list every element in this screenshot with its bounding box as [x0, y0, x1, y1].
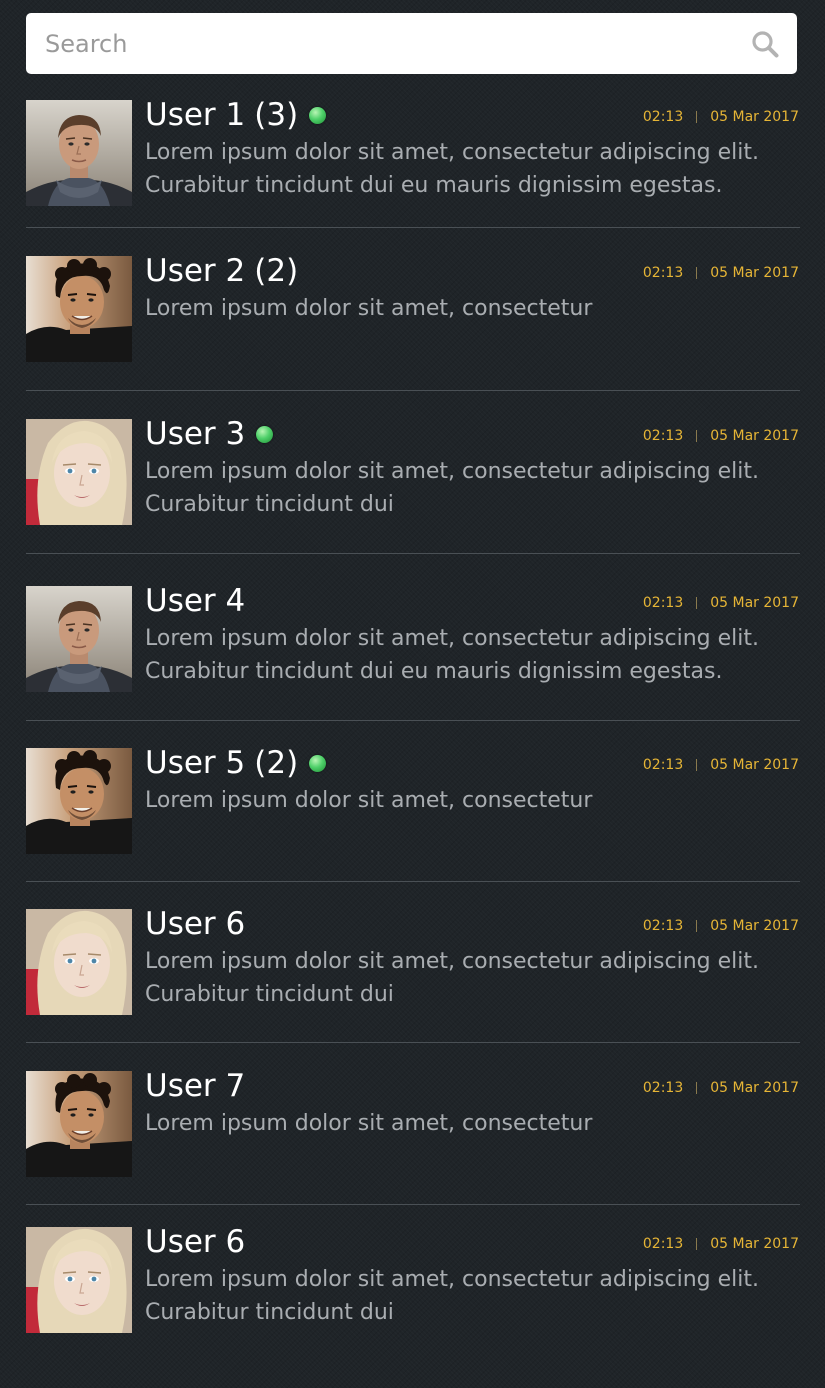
- message-preview: Lorem ipsum dolor sit amet, consectetur …: [145, 945, 795, 1011]
- search-bar: [26, 13, 797, 74]
- conversation-row[interactable]: User 2 (2) 02:13 05 Mar 2017 Lorem ipsum dol…: [26, 228, 800, 391]
- online-status-icon: [309, 754, 327, 772]
- user-name: User 3: [145, 416, 246, 452]
- message-preview: Lorem ipsum dolor sit amet, consectetur …: [145, 622, 795, 688]
- message-preview: Lorem ipsum dolor sit amet, consectetur …: [145, 1263, 795, 1329]
- preview-line: Curabitur tincidunt dui: [145, 492, 394, 517]
- woman-blonde-avatar[interactable]: [26, 909, 132, 1015]
- message-time: 02:13: [642, 109, 684, 125]
- message-date: 05 Mar 2017: [710, 918, 799, 934]
- message-date: 05 Mar 2017: [710, 109, 799, 125]
- woman-blonde-avatar[interactable]: [26, 419, 132, 525]
- user-name: User 7: [145, 1068, 246, 1104]
- conversation-row[interactable]: User 6 02:13 05 Mar 2017 Lorem ipsum dolor …: [26, 882, 800, 1043]
- search-input[interactable]: [26, 13, 726, 74]
- preview-line: Lorem ipsum dolor sit amet, consectetur …: [145, 140, 759, 165]
- meta-separator: [696, 111, 698, 123]
- name-line: User 3: [145, 416, 274, 452]
- message-meta: 02:13 05 Mar 2017: [643, 263, 799, 283]
- conversation-row[interactable]: User 4 02:13 05 Mar 2017 Lorem ipsum dolor …: [26, 554, 800, 721]
- message-date: 05 Mar 2017: [710, 757, 799, 773]
- preview-line: Lorem ipsum dolor sit amet, consectetur …: [145, 949, 759, 974]
- conversation-row[interactable]: User 7 02:13 05 Mar 2017 Lorem ipsum dolor …: [26, 1043, 800, 1205]
- conversation-row[interactable]: User 1 (3) 02:13 05 Mar 2017 Lorem ipsum dol…: [26, 88, 800, 228]
- user-name: User 6: [145, 1224, 246, 1260]
- message-date: 05 Mar 2017: [710, 1236, 799, 1252]
- name-line: User 7: [145, 1068, 245, 1104]
- man-curly-avatar[interactable]: [26, 748, 132, 854]
- name-line: User 2 (2): [145, 253, 298, 289]
- name-line: User 6: [145, 906, 245, 942]
- message-meta: 02:13 05 Mar 2017: [643, 1234, 799, 1254]
- preview-line: Lorem ipsum dolor sit amet, consectetur …: [145, 1267, 759, 1292]
- message-date: 05 Mar 2017: [710, 595, 799, 611]
- message-meta: 02:13 05 Mar 2017: [643, 916, 799, 936]
- message-meta: 02:13 05 Mar 2017: [643, 755, 799, 775]
- message-date: 05 Mar 2017: [710, 428, 799, 444]
- message-preview: Lorem ipsum dolor sit amet, consectetur: [145, 1107, 795, 1140]
- man-curly-avatar[interactable]: [26, 256, 132, 362]
- message-time: 02:13: [642, 757, 684, 773]
- preview-line: Curabitur tincidunt dui: [145, 1300, 394, 1325]
- conversation-row[interactable]: User 3 02:13 05 Mar 2017 Lorem ipsum dolor …: [26, 391, 800, 554]
- name-line: User 6: [145, 1224, 245, 1260]
- conversation-row[interactable]: User 6 02:13 05 Mar 2017 Lorem ipsum dolor …: [26, 1205, 800, 1355]
- meta-separator: [696, 267, 698, 279]
- message-preview: Lorem ipsum dolor sit amet, consectetur …: [145, 136, 795, 202]
- message-date: 05 Mar 2017: [710, 1080, 799, 1096]
- user-name: User 4: [145, 583, 246, 619]
- preview-line: Lorem ipsum dolor sit amet, consectetur: [145, 296, 593, 321]
- preview-line: Lorem ipsum dolor sit amet, consectetur …: [145, 459, 759, 484]
- man-scarf-avatar[interactable]: [26, 586, 132, 692]
- preview-line: Curabitur tincidunt dui: [145, 982, 394, 1007]
- meta-separator: [696, 920, 698, 932]
- message-meta: 02:13 05 Mar 2017: [643, 107, 799, 127]
- message-meta: 02:13 05 Mar 2017: [643, 426, 799, 446]
- message-preview: Lorem ipsum dolor sit amet, consectetur …: [145, 455, 795, 521]
- unread-count: (3): [254, 97, 299, 133]
- man-curly-avatar[interactable]: [26, 1071, 132, 1177]
- meta-separator: [696, 597, 698, 609]
- name-line: User 4: [145, 583, 245, 619]
- message-meta: 02:13 05 Mar 2017: [643, 1078, 799, 1098]
- unread-count: (2): [254, 253, 299, 289]
- message-preview: Lorem ipsum dolor sit amet, consectetur: [145, 292, 795, 325]
- meta-separator: [696, 759, 698, 771]
- meta-separator: [696, 1238, 698, 1250]
- user-name: User 5: [145, 745, 246, 781]
- man-scarf-avatar[interactable]: [26, 100, 132, 206]
- unread-count: (2): [254, 745, 299, 781]
- message-time: 02:13: [642, 1080, 684, 1096]
- message-time: 02:13: [642, 265, 684, 281]
- name-line: User 5 (2): [145, 745, 327, 781]
- message-time: 02:13: [642, 595, 684, 611]
- user-name: User 1: [145, 97, 246, 133]
- preview-line: Curabitur tincidunt dui eu mauris dignis…: [145, 659, 723, 684]
- preview-line: Lorem ipsum dolor sit amet, consectetur: [145, 788, 593, 813]
- woman-blonde-avatar[interactable]: [26, 1227, 132, 1333]
- message-time: 02:13: [642, 918, 684, 934]
- message-date: 05 Mar 2017: [710, 265, 799, 281]
- user-name: User 2: [145, 253, 246, 289]
- user-name: User 6: [145, 906, 246, 942]
- online-status-icon: [309, 106, 327, 124]
- message-meta: 02:13 05 Mar 2017: [643, 593, 799, 613]
- meta-separator: [696, 1082, 698, 1094]
- conversation-row[interactable]: User 5 (2) 02:13 05 Mar 2017 Lorem ipsum dol…: [26, 721, 800, 882]
- online-status-icon: [256, 425, 274, 443]
- message-preview: Lorem ipsum dolor sit amet, consectetur: [145, 784, 795, 817]
- message-time: 02:13: [642, 1236, 684, 1252]
- meta-separator: [696, 430, 698, 442]
- name-line: User 1 (3): [145, 97, 327, 133]
- preview-line: Lorem ipsum dolor sit amet, consectetur …: [145, 626, 759, 651]
- message-time: 02:13: [642, 428, 684, 444]
- preview-line: Lorem ipsum dolor sit amet, consectetur: [145, 1111, 593, 1136]
- preview-line: Curabitur tincidunt dui eu mauris dignis…: [145, 173, 723, 198]
- search-icon[interactable]: [751, 30, 779, 58]
